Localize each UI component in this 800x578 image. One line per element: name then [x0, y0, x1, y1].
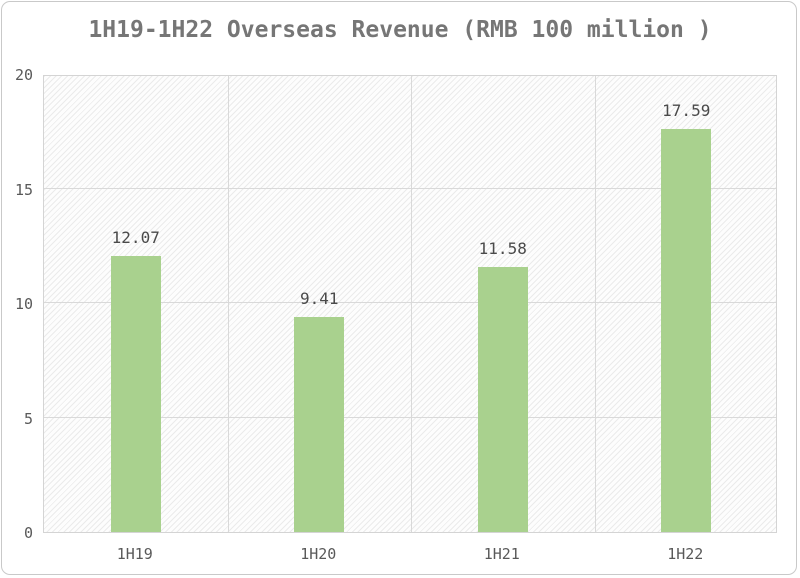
y-tick-label: 10	[0, 295, 33, 313]
y-tick-label: 0	[0, 524, 33, 542]
bar-value-label: 11.58	[479, 239, 527, 258]
x-category-label: 1H20	[300, 545, 336, 563]
chart-title: 1H19-1H22 Overseas Revenue (RMB 100 mill…	[0, 17, 800, 43]
y-tick-label: 15	[0, 181, 33, 199]
bar-1H21	[478, 267, 528, 532]
gridline-vertical	[228, 76, 229, 532]
x-category-label: 1H21	[484, 545, 520, 563]
bar-1H20	[294, 317, 344, 532]
bar-value-label: 9.41	[300, 289, 339, 308]
bar-1H22	[661, 129, 711, 532]
x-category-label: 1H22	[667, 545, 703, 563]
bar-1H19	[111, 256, 161, 532]
gridline-vertical	[411, 76, 412, 532]
plot-area: 12.07 9.41 11.58 17.59	[43, 75, 777, 533]
bar-value-label: 17.59	[662, 101, 710, 120]
y-tick-label: 20	[0, 66, 33, 84]
gridline-vertical	[595, 76, 596, 532]
y-tick-label: 5	[0, 410, 33, 428]
x-category-label: 1H19	[117, 545, 153, 563]
bar-value-label: 12.07	[112, 228, 160, 247]
